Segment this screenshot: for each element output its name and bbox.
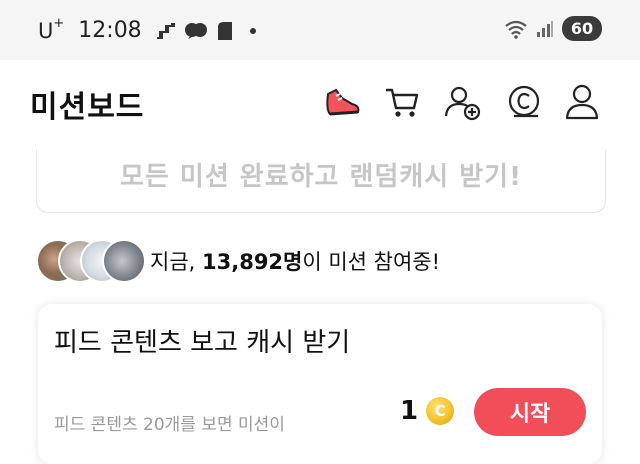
avatar [102,239,146,283]
status-right: 60 [504,16,602,41]
participants-text: 지금, 13,892명이 미션 참여중! [150,250,441,274]
all-missions-banner[interactable]: 모든 미션 완료하고 랜덤캐시 받기! [36,150,606,213]
coin-icon: C [426,397,455,425]
mission-title: 피드 콘텐츠 보고 캐시 받기 [54,328,351,358]
notification-icons [156,21,256,41]
profile-icon[interactable] [562,82,602,122]
start-mission-button[interactable]: 시작 [474,388,586,436]
participant-avatars [36,239,146,283]
stairs-icon [156,22,175,39]
participants-count: 13,892명 [202,250,303,274]
wifi-icon [505,20,527,39]
clock: 12:08 [78,18,142,43]
chat-bubble-icon [184,22,207,39]
signal-icon [537,20,553,37]
participants-row: 지금, 13,892명이 미션 참여중! [36,238,440,284]
more-notifications-dot [249,27,256,34]
carrier-label: U+ [38,15,65,43]
app-header: 미션보드 [0,60,640,150]
all-missions-banner-text: 모든 미션 완료하고 랜덤캐시 받기! [120,162,522,192]
cash-coin-icon[interactable] [504,82,544,122]
mission-description: 피드 콘텐츠 20개를 보면 미션이 [54,415,285,435]
battery-indicator: 60 [562,16,602,41]
app-notification-icon [217,21,232,40]
status-bar: U+ 12:08 60 [0,0,640,60]
add-friend-icon[interactable] [442,82,482,122]
reward-amount: 1 [400,396,419,426]
mission-card[interactable]: 피드 콘텐츠 보고 캐시 받기 피드 콘텐츠 20개를 보면 미션이 1 C 시… [38,304,602,464]
cart-icon[interactable] [382,82,422,122]
mission-reward: 1 C [400,396,455,426]
status-left: U+ 12:08 [38,15,256,43]
page-title: 미션보드 [30,90,145,125]
sneaker-icon[interactable] [322,82,362,122]
